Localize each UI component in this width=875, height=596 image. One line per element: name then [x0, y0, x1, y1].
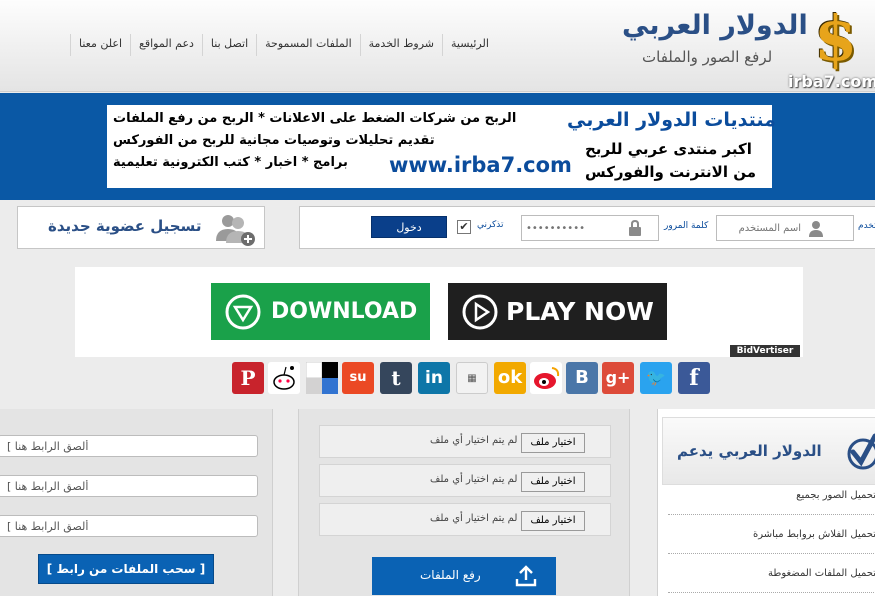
password-field[interactable] — [521, 215, 659, 241]
support-title: الدولار العربي يدعم — [677, 442, 822, 460]
play-icon — [462, 294, 498, 330]
register-button[interactable]: تسجيل عضوية جديدة — [17, 206, 265, 249]
play-now-label: PLAY NOW — [506, 297, 654, 326]
support-panel: الدولار العربي يدعم تحميل الصور بجميع تح… — [657, 409, 875, 596]
remember-checkbox[interactable]: ✔ — [457, 220, 471, 234]
dollar-icon: $ — [814, 2, 858, 75]
banner-text-1: الربح من شركات الضغط على الاعلانات * الر… — [113, 111, 517, 126]
upload-arrow-icon — [515, 565, 537, 587]
site-logo[interactable]: الدولار العربي لرفع الصور والملفات $ irb… — [618, 2, 875, 91]
lock-icon — [629, 220, 641, 236]
support-item-archives: تحميل الملفات المضغوطة — [668, 555, 875, 593]
file-row: اختيار ملف لم يتم اختيار أي ملف — [319, 425, 611, 458]
file-row: اختيار ملف لم يتم اختيار أي ملف — [319, 464, 611, 497]
username-field[interactable] — [716, 215, 854, 241]
banner-forums-title: منتديات الدولار العربي — [567, 109, 776, 131]
support-item-images: تحميل الصور بجميع — [668, 477, 875, 515]
site-header: اعلن معنا دعم المواقع اتصل بنا الملفات ا… — [0, 0, 875, 92]
nav-terms[interactable]: شروط الخدمة — [359, 34, 442, 56]
logo-title: الدولار العربي — [622, 10, 808, 41]
file-upload-panel: اختيار ملف لم يتم اختيار أي ملف اختيار م… — [298, 409, 630, 596]
facebook-icon[interactable]: f — [678, 362, 710, 394]
digg-icon[interactable]: ▦ — [456, 362, 488, 394]
user-icon — [809, 221, 823, 237]
password-label: كلمة المرور — [664, 221, 709, 231]
ad-banner[interactable]: DOWNLOAD PLAY NOW BidVertiser — [75, 267, 803, 357]
ad-play-now-button[interactable]: PLAY NOW — [448, 283, 667, 340]
url-row — [0, 429, 273, 465]
support-item-flash: تحميل الفلاش بروابط مباشرة — [668, 516, 875, 554]
vk-icon[interactable]: B — [566, 362, 598, 394]
url-input-1[interactable] — [0, 435, 258, 457]
choose-file-button-3[interactable]: اختيار ملف — [521, 511, 585, 531]
password-input[interactable] — [526, 220, 626, 236]
file-status-3: لم يتم اختيار أي ملف — [430, 513, 518, 524]
banner-line-1: اكبر منتدى عربي للربح — [585, 140, 752, 158]
url-row — [0, 469, 273, 505]
banner-url: www.irba7.com — [389, 153, 572, 177]
file-status-2: لم يتم اختيار أي ملف — [430, 474, 518, 485]
url-input-3[interactable] — [0, 515, 258, 537]
nav-allowed-files[interactable]: الملفات المسموحة — [256, 34, 360, 56]
forum-banner[interactable]: منتديات الدولار العربي اكبر منتدى عربي ل… — [107, 105, 776, 188]
nav-advertise[interactable]: اعلن معنا — [70, 34, 130, 56]
download-label: DOWNLOAD — [271, 299, 418, 324]
upload-label: رفع الملفات — [420, 568, 481, 582]
choose-file-button-1[interactable]: اختيار ملف — [521, 433, 585, 453]
weibo-icon[interactable] — [530, 362, 562, 394]
file-status-1: لم يتم اختيار أي ملف — [430, 435, 518, 446]
odnoklassniki-icon[interactable]: ok — [494, 362, 526, 394]
nav-contact[interactable]: اتصل بنا — [201, 34, 256, 56]
remember-label: تذكرني — [477, 220, 504, 230]
url-input-2[interactable] — [0, 475, 258, 497]
pull-from-url-button[interactable]: [ سحب الملفات من رابط ] — [38, 554, 214, 584]
nav-home[interactable]: الرئيسية — [441, 34, 497, 56]
google-plus-icon[interactable]: g+ — [602, 362, 634, 394]
banner-line-2: من الانترنت والفوركس — [585, 163, 756, 181]
download-arrow-icon — [225, 294, 261, 330]
login-button[interactable]: دخول — [371, 216, 447, 238]
reddit-glyph — [273, 366, 295, 390]
banner-text-2: تقديم تحليلات وتوصيات مجانية للربح من ال… — [113, 133, 435, 148]
add-users-icon — [216, 215, 255, 246]
logo-subtitle: لرفع الصور والملفات — [642, 48, 773, 66]
url-row — [0, 509, 273, 545]
file-row: اختيار ملف لم يتم اختيار أي ملف — [319, 503, 611, 536]
username-label: اسم المستخدم — [858, 221, 875, 231]
support-panel-header: الدولار العربي يدعم — [662, 417, 875, 485]
checkmark-icon — [847, 433, 875, 470]
delicious-icon[interactable] — [305, 361, 338, 394]
remote-upload-panel: [ سحب الملفات من رابط ] — [0, 409, 273, 596]
logo-domain: irba7.com — [788, 72, 875, 91]
ad-network-badge[interactable]: BidVertiser — [730, 345, 800, 357]
top-nav: اعلن معنا دعم المواقع اتصل بنا الملفات ا… — [70, 34, 497, 56]
twitter-icon[interactable]: 🐦 — [640, 362, 672, 394]
delicious-glyph — [305, 361, 338, 394]
ad-download-button[interactable]: DOWNLOAD — [211, 283, 430, 340]
linkedin-icon[interactable]: in — [418, 362, 450, 394]
tumblr-icon[interactable]: t — [380, 362, 412, 394]
username-input[interactable] — [721, 220, 801, 236]
login-form: دخول ✔ تذكرني كلمة المرور اسم المستخدم — [299, 206, 875, 249]
banner-text-3: برامج * اخبار * كتب الكترونية تعليمية — [113, 155, 348, 170]
register-label: تسجيل عضوية جديدة — [48, 217, 202, 235]
choose-file-button-2[interactable]: اختيار ملف — [521, 472, 585, 492]
nav-site-support[interactable]: دعم المواقع — [130, 34, 202, 56]
stumbleupon-icon[interactable]: su — [342, 362, 374, 394]
reddit-icon[interactable] — [268, 362, 300, 394]
weibo-glyph — [534, 367, 560, 389]
pinterest-icon[interactable]: P — [232, 362, 264, 394]
upload-files-button[interactable]: رفع الملفات — [372, 557, 556, 595]
